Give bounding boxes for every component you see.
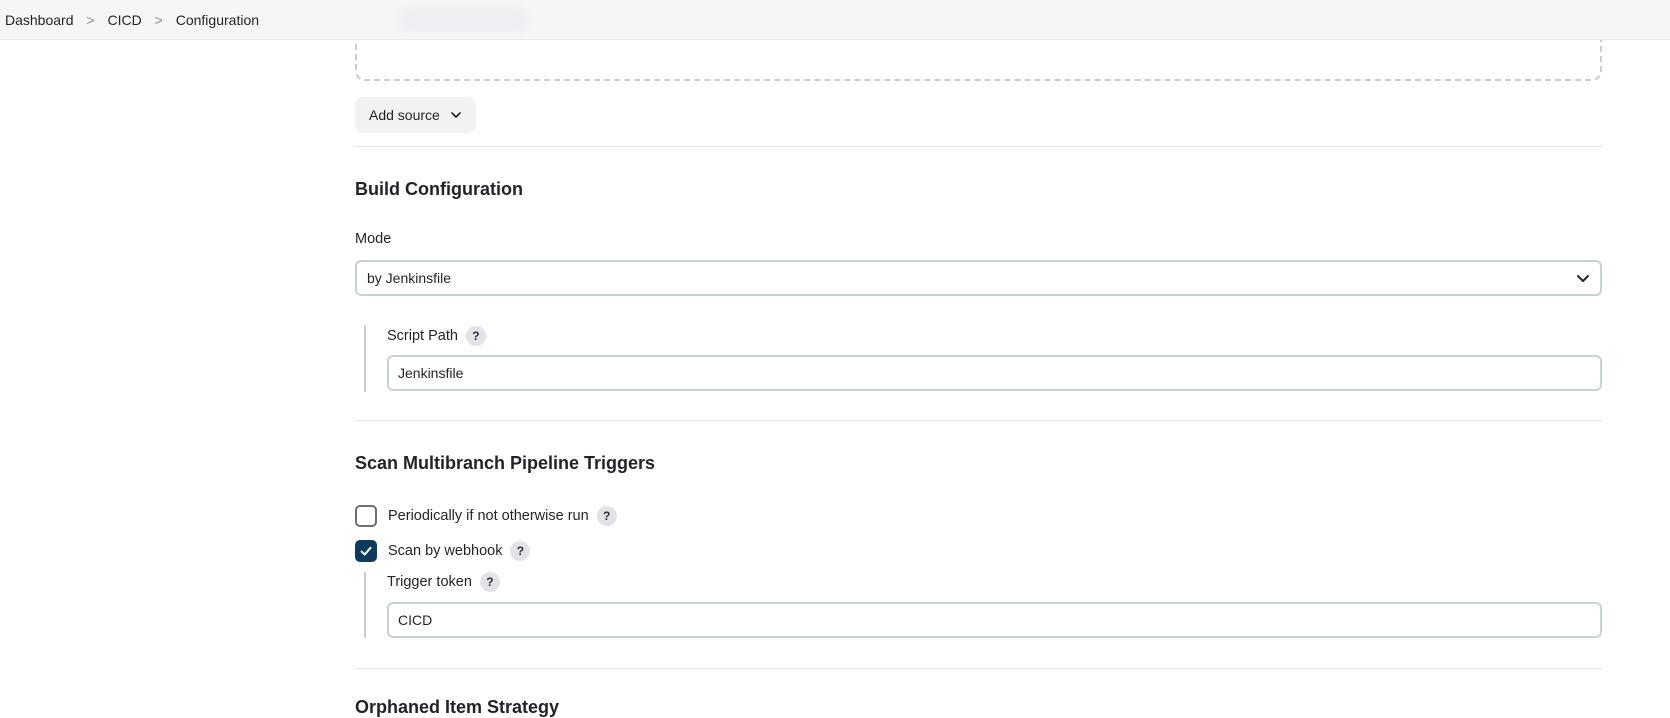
webhook-label[interactable]: Scan by webhook bbox=[388, 543, 502, 559]
chevron-down-icon bbox=[451, 112, 461, 118]
breadcrumb-cicd[interactable]: CICD bbox=[108, 12, 142, 28]
add-source-button[interactable]: Add source bbox=[355, 97, 476, 133]
periodic-checkbox[interactable] bbox=[355, 505, 377, 527]
periodic-label[interactable]: Periodically if not otherwise run bbox=[388, 508, 589, 524]
trigger-token-label-row: Trigger token ? bbox=[387, 571, 500, 593]
webhook-label-row: Scan by webhook ? bbox=[388, 540, 531, 562]
breadcrumb-dashboard[interactable]: Dashboard bbox=[5, 12, 74, 28]
scan-triggers-title: Scan Multibranch Pipeline Triggers bbox=[355, 453, 656, 473]
blurred-element bbox=[395, 6, 530, 34]
section-divider bbox=[355, 146, 1602, 147]
nested-section-bar bbox=[364, 572, 366, 638]
section-divider bbox=[355, 668, 1602, 669]
checkmark-icon bbox=[360, 546, 372, 556]
breadcrumb: Dashboard > CICD > Configuration bbox=[0, 0, 1670, 40]
breadcrumb-configuration[interactable]: Configuration bbox=[176, 12, 259, 28]
help-icon[interactable]: ? bbox=[479, 572, 500, 592]
script-path-label: Script Path bbox=[387, 328, 458, 344]
script-path-label-row: Script Path ? bbox=[387, 325, 486, 347]
script-path-input[interactable] bbox=[387, 355, 1602, 391]
chevron-down-icon bbox=[1577, 275, 1589, 282]
add-source-label: Add source bbox=[369, 107, 440, 123]
webhook-checkbox[interactable] bbox=[355, 540, 377, 562]
orphaned-item-strategy-title: Orphaned Item Strategy bbox=[355, 697, 560, 717]
build-configuration-title: Build Configuration bbox=[355, 179, 523, 199]
chevron-right-icon: > bbox=[154, 11, 163, 28]
periodic-label-row: Periodically if not otherwise run ? bbox=[388, 505, 617, 527]
mode-select-value: by Jenkinsfile bbox=[367, 270, 452, 286]
chevron-right-icon: > bbox=[86, 11, 95, 28]
section-divider bbox=[355, 420, 1602, 421]
help-icon[interactable]: ? bbox=[510, 541, 531, 561]
nested-section-bar bbox=[364, 325, 366, 392]
help-icon[interactable]: ? bbox=[596, 506, 617, 526]
trigger-token-input[interactable] bbox=[387, 602, 1602, 638]
mode-select[interactable]: by Jenkinsfile bbox=[355, 260, 1602, 296]
help-icon[interactable]: ? bbox=[465, 326, 486, 346]
trigger-token-label: Trigger token bbox=[387, 574, 472, 590]
mode-label: Mode bbox=[355, 231, 392, 247]
